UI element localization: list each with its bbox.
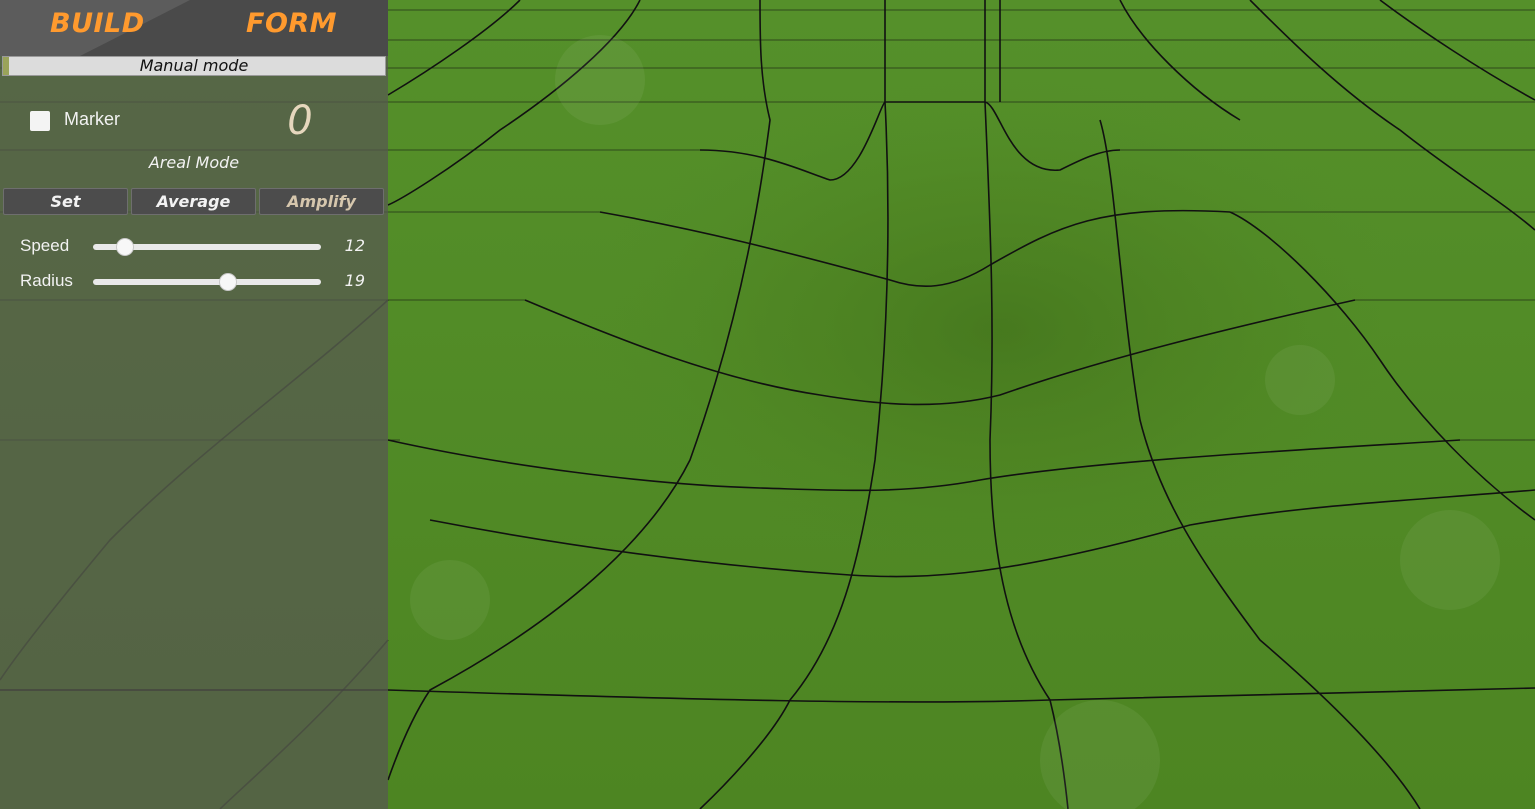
manual-mode-toggle[interactable]: Manual mode bbox=[2, 56, 386, 76]
radius-slider[interactable] bbox=[93, 273, 321, 291]
areal-mode-title: Areal Mode bbox=[148, 153, 240, 172]
speed-slider-thumb[interactable] bbox=[115, 238, 134, 256]
marker-count: 0 bbox=[287, 98, 313, 144]
manual-mode-label: Manual mode bbox=[139, 56, 249, 75]
radius-label: Radius bbox=[20, 271, 73, 290]
tab-form[interactable]: FORM bbox=[246, 8, 337, 39]
marker-checkbox[interactable] bbox=[30, 111, 50, 131]
radius-value: 19 bbox=[344, 271, 365, 290]
set-button[interactable]: Set bbox=[3, 188, 128, 215]
radius-slider-thumb[interactable] bbox=[218, 273, 237, 291]
radius-slider-row: Radius 19 bbox=[0, 269, 388, 293]
speed-slider-row: Speed 12 bbox=[0, 234, 388, 258]
average-button[interactable]: Average bbox=[131, 188, 256, 215]
tab-build[interactable]: BUILD bbox=[50, 8, 145, 39]
marker-label: Marker bbox=[64, 109, 121, 129]
control-panel: BUILD FORM Manual mode Marker 0 Areal Mo… bbox=[0, 0, 388, 809]
amplify-button[interactable]: Amplify bbox=[259, 188, 384, 215]
speed-slider[interactable] bbox=[93, 238, 321, 256]
speed-label: Speed bbox=[20, 236, 70, 255]
speed-value: 12 bbox=[344, 236, 365, 255]
